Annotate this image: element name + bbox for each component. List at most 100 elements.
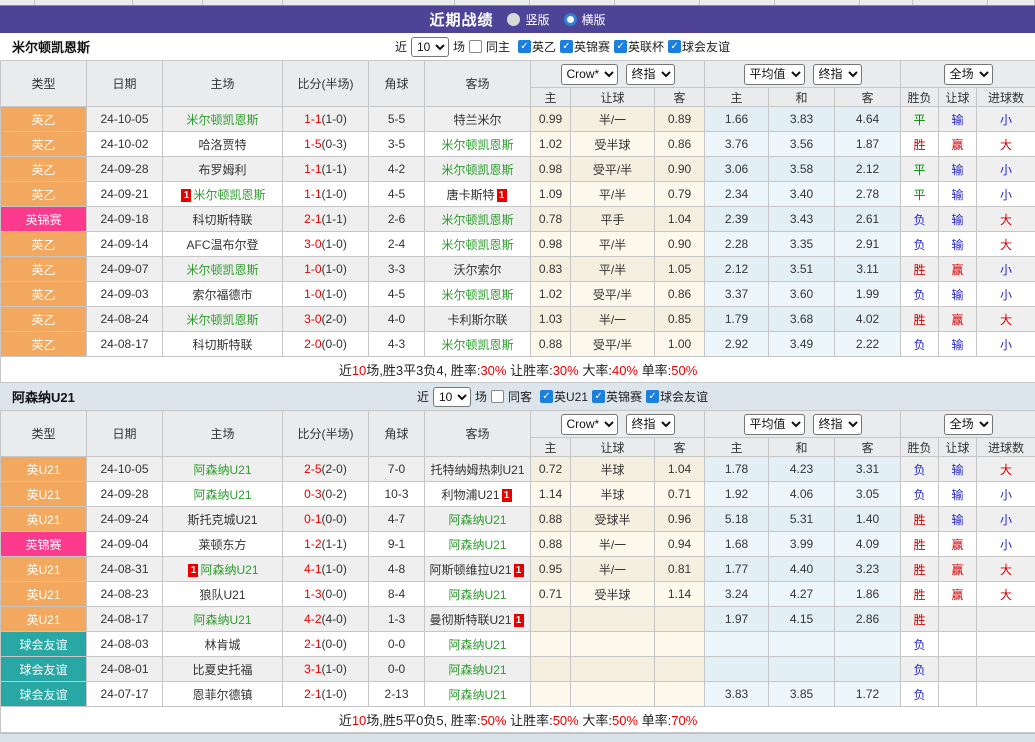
- bookmaker-select[interactable]: Crow*: [561, 64, 618, 85]
- result-goals: 大: [977, 557, 1035, 582]
- stats-summary-row: 近10场,胜5平0负5, 胜率:50% 让胜率:50% 大率:50% 单率:70…: [1, 707, 1035, 733]
- league-checkbox[interactable]: ✓: [614, 40, 627, 53]
- league-checkbox[interactable]: ✓: [646, 390, 659, 403]
- match-date: 24-09-18: [87, 207, 163, 232]
- match-row: 英乙24-09-14AFC温布尔登3-0(1-0)2-4米尔顿凯恩斯0.98平/…: [1, 232, 1035, 257]
- odds-home-water: 0.88: [531, 507, 571, 532]
- result-handicap: 输: [939, 457, 977, 482]
- avg-home-odds: 2.28: [705, 232, 769, 257]
- layout-radio-horizontal[interactable]: 横版: [564, 11, 606, 28]
- avg-draw-odds: 3.83: [769, 107, 835, 132]
- odds-home-water: 0.88: [531, 532, 571, 557]
- league-label: 英乙: [532, 38, 556, 55]
- col-away: 客场: [425, 61, 531, 107]
- filter-near-label: 近: [417, 388, 429, 405]
- average-select[interactable]: 平均值: [744, 64, 805, 85]
- league-filter[interactable]: ✓球会友谊: [646, 388, 708, 405]
- summary-stat-value: 30%: [480, 363, 506, 378]
- average-stage-select[interactable]: 终指: [813, 64, 862, 85]
- halftime-score: (1-1): [322, 162, 347, 176]
- fulltime-score: 1-1: [304, 112, 321, 126]
- radio-selected-icon[interactable]: [564, 13, 577, 26]
- odds-handicap: 受平/半: [571, 157, 655, 182]
- league-filter[interactable]: ✓英联杯: [614, 38, 664, 55]
- halftime-score: (1-1): [322, 537, 347, 551]
- odds-handicap: [571, 682, 655, 707]
- league-checkbox[interactable]: ✓: [560, 40, 573, 53]
- match-date: 24-09-21: [87, 182, 163, 207]
- league-filter[interactable]: ✓英锦赛: [592, 388, 642, 405]
- league-checkbox[interactable]: ✓: [518, 40, 531, 53]
- average-stage-select[interactable]: 终指: [813, 414, 862, 435]
- result-handicap: 输: [939, 282, 977, 307]
- avg-draw-odds: 3.51: [769, 257, 835, 282]
- layout-radio-vertical[interactable]: 竖版: [507, 11, 549, 28]
- result-winloss: 负: [901, 457, 939, 482]
- radio-unselected-icon[interactable]: [507, 13, 520, 26]
- avg-home-odds: 1.97: [705, 607, 769, 632]
- odds-home-water: 1.09: [531, 182, 571, 207]
- col-home: 主场: [163, 61, 283, 107]
- summary-stat-value: 50%: [671, 363, 697, 378]
- result-goals: 小: [977, 182, 1035, 207]
- result-handicap: 赢: [939, 582, 977, 607]
- avg-draw-odds: 3.58: [769, 157, 835, 182]
- bookmaker-select[interactable]: Crow*: [561, 414, 618, 435]
- matches-table: 类型 日期 主场 比分(半场) 角球 客场 Crow* 终指 平均值: [0, 410, 1035, 733]
- corner-score: 1-3: [369, 607, 425, 632]
- scope-select[interactable]: 全场: [944, 64, 993, 85]
- league-filter[interactable]: ✓英锦赛: [560, 38, 610, 55]
- match-row: 英乙24-08-17科切斯特联2-0(0-0)4-3米尔顿凯恩斯0.88受平/半…: [1, 332, 1035, 357]
- avg-away-odds: 4.64: [835, 107, 901, 132]
- halftime-score: (0-2): [322, 487, 347, 501]
- summary-stat-label: 场,胜3平3负4, 胜率:: [366, 363, 480, 378]
- match-score: 1-1(1-0): [283, 107, 369, 132]
- odds-stage-select[interactable]: 终指: [626, 414, 675, 435]
- corner-score: 3-5: [369, 132, 425, 157]
- away-team: 阿森纳U21: [425, 632, 531, 657]
- home-team: 阿森纳U21: [163, 457, 283, 482]
- col-avg-away: 客: [835, 88, 901, 107]
- avg-away-odds: 2.22: [835, 332, 901, 357]
- summary-stat-value: 70%: [671, 713, 697, 728]
- result-winloss: 负: [901, 332, 939, 357]
- corner-score: 2-13: [369, 682, 425, 707]
- average-select[interactable]: 平均值: [744, 414, 805, 435]
- scope-select[interactable]: 全场: [944, 414, 993, 435]
- match-count-select[interactable]: 10: [433, 387, 471, 407]
- col-odds-away: 客: [655, 88, 705, 107]
- result-goals: [977, 657, 1035, 682]
- match-count-select[interactable]: 10: [411, 37, 449, 57]
- corner-score: 4-5: [369, 182, 425, 207]
- same-venue-checkbox[interactable]: [491, 390, 504, 403]
- away-team-name: 阿森纳U21: [448, 513, 506, 527]
- odds-handicap: 平/半: [571, 182, 655, 207]
- same-venue-checkbox[interactable]: [469, 40, 482, 53]
- result-handicap: 赢: [939, 532, 977, 557]
- avg-home-odds: 1.68: [705, 532, 769, 557]
- away-team-name: 米尔顿凯恩斯: [441, 163, 513, 177]
- result-handicap: 赢: [939, 557, 977, 582]
- league-label: 英锦赛: [574, 38, 610, 55]
- league-checkbox[interactable]: ✓: [592, 390, 605, 403]
- avg-draw-odds: [769, 657, 835, 682]
- league-filter[interactable]: ✓英U21: [540, 388, 588, 405]
- competition-badge: 英乙: [1, 157, 87, 182]
- league-checkbox[interactable]: ✓: [668, 40, 681, 53]
- radio-horizontal-label: 横版: [582, 11, 606, 28]
- avg-draw-odds: 3.40: [769, 182, 835, 207]
- home-team: 米尔顿凯恩斯: [163, 307, 283, 332]
- away-team: 阿森纳U21: [425, 507, 531, 532]
- result-winloss: 负: [901, 657, 939, 682]
- league-filter[interactable]: ✓英乙: [518, 38, 556, 55]
- corner-score: 0-0: [369, 657, 425, 682]
- result-winloss: 负: [901, 632, 939, 657]
- summary-stat-label: 近: [339, 363, 352, 378]
- league-checkbox[interactable]: ✓: [540, 390, 553, 403]
- odds-stage-select[interactable]: 终指: [626, 64, 675, 85]
- fulltime-score: 2-1: [304, 212, 321, 226]
- fulltime-score: 1-1: [304, 187, 321, 201]
- odds-away-water: 0.96: [655, 507, 705, 532]
- home-team-name: 米尔顿凯恩斯: [186, 263, 258, 277]
- league-filter[interactable]: ✓球会友谊: [668, 38, 730, 55]
